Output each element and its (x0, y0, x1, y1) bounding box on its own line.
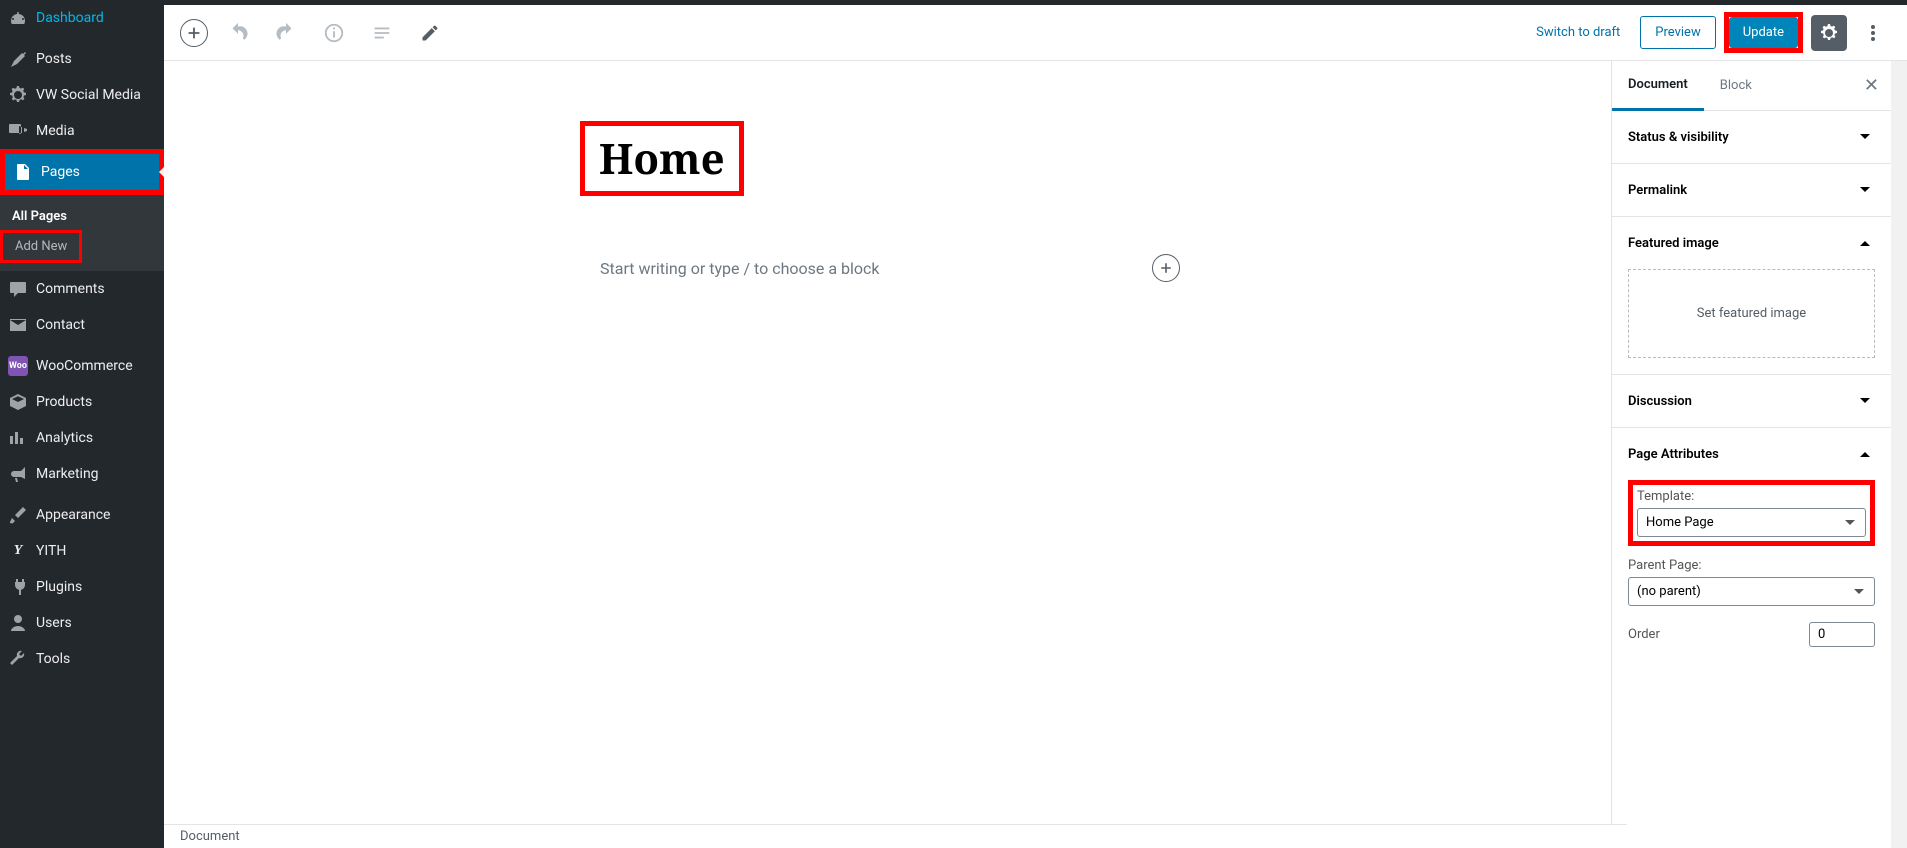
preview-button[interactable]: Preview (1640, 16, 1715, 49)
box-icon (8, 392, 28, 412)
switch-draft-button[interactable]: Switch to draft (1524, 17, 1632, 48)
more-options-button[interactable] (1855, 15, 1891, 51)
panel-discussion[interactable]: Discussion (1612, 375, 1891, 427)
comments-icon (8, 279, 28, 299)
sidebar-item-plugins[interactable]: Plugins (0, 569, 164, 605)
sidebar-item-analytics[interactable]: Analytics (0, 420, 164, 456)
sidebar-item-pages[interactable]: Pages (5, 154, 159, 190)
add-block-inline-button[interactable] (1152, 254, 1180, 282)
template-label: Template: (1637, 489, 1866, 504)
sidebar-label: Posts (36, 51, 72, 67)
sidebar-label: Analytics (36, 430, 93, 446)
panel-permalink[interactable]: Permalink (1612, 164, 1891, 216)
plug-icon (8, 577, 28, 597)
sidebar-item-dashboard[interactable]: Dashboard (0, 0, 164, 36)
breadcrumb-bar: Document (164, 824, 1627, 848)
sidebar-item-contact[interactable]: Contact (0, 307, 164, 343)
sidebar-label: Pages (41, 164, 80, 180)
block-placeholder[interactable]: Start writing or type / to choose a bloc… (600, 259, 880, 278)
sidebar-label: Media (36, 123, 75, 139)
brush-icon (8, 505, 28, 525)
parent-page-label: Parent Page: (1628, 558, 1875, 573)
sidebar-item-tools[interactable]: Tools (0, 641, 164, 677)
sidebar-item-appearance[interactable]: Appearance (0, 497, 164, 533)
sidebar-label: VW Social Media (36, 87, 141, 103)
tab-document[interactable]: Document (1612, 61, 1704, 111)
panel-featured-image[interactable]: Featured image (1612, 217, 1891, 269)
order-label: Order (1628, 627, 1660, 642)
sidebar-item-posts[interactable]: Posts (0, 41, 164, 77)
settings-button[interactable] (1811, 15, 1847, 51)
parent-page-select[interactable]: (no parent) (1628, 577, 1875, 606)
sidebar-item-yith[interactable]: Y YITH (0, 533, 164, 569)
scrollbar[interactable] (1891, 61, 1907, 848)
sidebar-label: Contact (36, 317, 85, 333)
user-icon (8, 613, 28, 633)
chevron-down-icon (1855, 391, 1875, 411)
redo-button[interactable] (268, 15, 304, 51)
sidebar-item-users[interactable]: Users (0, 605, 164, 641)
tab-block[interactable]: Block (1704, 62, 1768, 109)
wrench-icon (8, 649, 28, 669)
chevron-up-icon (1855, 444, 1875, 464)
editor-toolbar: Switch to draft Preview Update (164, 5, 1907, 61)
sidebar-label: Appearance (36, 507, 110, 523)
breadcrumb[interactable]: Document (180, 829, 240, 844)
edit-button[interactable] (412, 15, 448, 51)
sidebar-label: Comments (36, 281, 105, 297)
set-featured-image-button[interactable]: Set featured image (1628, 269, 1875, 358)
media-icon (8, 121, 28, 141)
sidebar-label: Plugins (36, 579, 82, 595)
pin-icon (8, 49, 28, 69)
sidebar-item-woocommerce[interactable]: Woo WooCommerce (0, 348, 164, 384)
chevron-down-icon (1855, 127, 1875, 147)
post-title[interactable]: Home (585, 126, 739, 191)
woo-icon: Woo (8, 356, 28, 376)
sidebar-item-comments[interactable]: Comments (0, 271, 164, 307)
gear-icon (8, 85, 28, 105)
sidebar-item-marketing[interactable]: Marketing (0, 456, 164, 492)
sidebar-item-products[interactable]: Products (0, 384, 164, 420)
chevron-down-icon (1855, 180, 1875, 200)
undo-button[interactable] (220, 15, 256, 51)
chart-icon (8, 428, 28, 448)
order-input[interactable] (1809, 622, 1875, 647)
chevron-up-icon (1855, 233, 1875, 253)
dashboard-icon (8, 8, 28, 28)
sidebar-label: YITH (36, 543, 66, 559)
editor-canvas[interactable]: Home Start writing or type / to choose a… (164, 61, 1611, 848)
megaphone-icon (8, 464, 28, 484)
submenu-add-new[interactable]: Add New (3, 233, 79, 260)
sidebar-label: Users (36, 615, 72, 631)
sidebar-label: Products (36, 394, 92, 410)
sidebar-item-vwsocial[interactable]: VW Social Media (0, 77, 164, 113)
editor-main: Switch to draft Preview Update Home Star… (164, 0, 1907, 848)
update-button[interactable]: Update (1729, 17, 1798, 48)
add-block-button[interactable] (180, 19, 208, 47)
panel-status[interactable]: Status & visibility (1612, 111, 1891, 163)
sidebar-label: Marketing (36, 466, 99, 482)
yith-icon: Y (8, 541, 28, 561)
sidebar-submenu: All Pages Add New (0, 195, 164, 271)
mail-icon (8, 315, 28, 335)
submenu-all-pages[interactable]: All Pages (0, 203, 164, 230)
admin-sidebar: Dashboard Posts VW Social Media Media Pa… (0, 0, 164, 848)
sidebar-label: WooCommerce (36, 358, 133, 374)
sidebar-label: Dashboard (36, 10, 104, 26)
info-button[interactable] (316, 15, 352, 51)
outline-button[interactable] (364, 15, 400, 51)
sidebar-item-media[interactable]: Media (0, 113, 164, 149)
template-select[interactable]: Home Page (1637, 508, 1866, 537)
inspector-sidebar: Document Block ✕ Status & visibility Per… (1611, 61, 1891, 848)
close-inspector-button[interactable]: ✕ (1852, 63, 1891, 108)
panel-page-attributes[interactable]: Page Attributes (1612, 428, 1891, 480)
pages-icon (13, 162, 33, 182)
sidebar-label: Tools (36, 651, 70, 667)
